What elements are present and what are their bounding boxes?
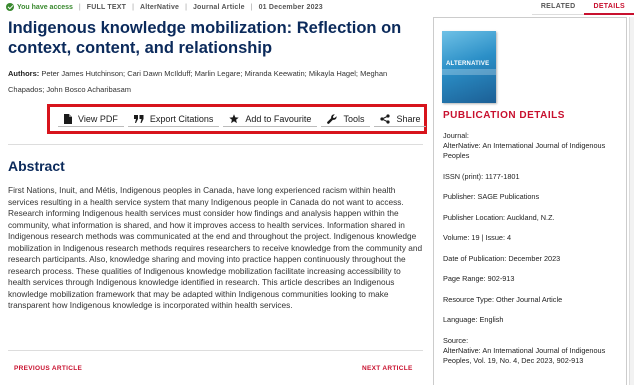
detail-value: December 2023 xyxy=(508,253,561,263)
detail-value: SAGE Publications xyxy=(477,192,540,201)
detail-publisher: Publisher: SAGE Publications xyxy=(443,192,621,202)
detail-source: Source: AlterNative: An International Jo… xyxy=(443,336,621,366)
detail-issn: ISSN (print): 1177-1801 xyxy=(443,172,621,182)
article-type-tag: Journal Article xyxy=(192,3,245,11)
separator: | xyxy=(185,3,187,11)
detail-label: Language: xyxy=(443,315,478,324)
divider xyxy=(8,144,423,145)
export-citations-button[interactable]: Export Citations xyxy=(127,111,220,127)
add-to-favourite-button[interactable]: Add to Favourite xyxy=(223,111,318,127)
export-citations-label: Export Citations xyxy=(149,113,214,124)
detail-value[interactable]: AlterNative: An International Journal of… xyxy=(443,141,621,161)
detail-value: 902-913 xyxy=(487,274,515,283)
next-article-link[interactable]: NEXT ARTICLE xyxy=(362,365,413,372)
detail-label: Volume: xyxy=(443,233,470,242)
full-text-tag: FULL TEXT xyxy=(86,3,127,11)
tools-button[interactable]: Tools xyxy=(321,111,371,127)
view-pdf-button[interactable]: View PDF xyxy=(58,111,124,127)
tab-details[interactable]: DETAILS xyxy=(584,0,634,15)
separator: | xyxy=(132,3,134,11)
authors-line: Authors: Peter James Hutchinson; Cari Da… xyxy=(8,66,423,98)
access-status: You have access xyxy=(6,3,73,11)
journal-cover-image: ALTERNATIVE xyxy=(442,31,496,103)
article-title: Indigenous knowledge mobilization: Refle… xyxy=(8,19,402,57)
detail-value: Auckland, N.Z. xyxy=(506,212,555,222)
star-icon xyxy=(229,113,240,124)
detail-journal: Journal: AlterNative: An International J… xyxy=(443,131,621,161)
cover-title: ALTERNATIVE xyxy=(446,61,490,67)
tools-label: Tools xyxy=(343,113,365,124)
share-button[interactable]: Share xyxy=(374,111,427,127)
authors-label: Authors: xyxy=(8,69,40,78)
divider xyxy=(8,350,423,351)
detail-value: AlterNative: An International Journal of… xyxy=(443,345,606,365)
detail-label: Date of Publication: xyxy=(443,253,507,263)
detail-label: Publisher Location: xyxy=(443,212,506,222)
publication-details-heading: PUBLICATION DETAILS xyxy=(443,110,565,121)
quote-icon xyxy=(133,114,144,123)
abstract-heading: Abstract xyxy=(8,158,65,174)
share-label: Share xyxy=(396,113,421,124)
view-pdf-label: View PDF xyxy=(78,113,118,124)
detail-language: Language: English xyxy=(443,315,621,325)
access-label: You have access xyxy=(17,3,73,11)
article-actions-toolbar: View PDF Export Citations Add to Favouri… xyxy=(47,104,427,134)
detail-label: ISSN (print): xyxy=(443,171,484,181)
publication-details-list: Journal: AlterNative: An International J… xyxy=(443,131,621,376)
separator: | xyxy=(250,3,253,11)
detail-date: Date of Publication: December 2023 xyxy=(443,254,621,264)
sidebar-tabs: RELATED DETAILS xyxy=(434,0,634,15)
article-meta-bar: You have access | FULL TEXT | AlterNativ… xyxy=(6,3,323,11)
check-circle-icon xyxy=(6,3,14,11)
detail-page-range: Page Range: 902-913 xyxy=(443,274,621,284)
add-to-favourite-label: Add to Favourite xyxy=(245,113,312,124)
scrollbar[interactable] xyxy=(629,17,634,385)
previous-article-link[interactable]: PREVIOUS ARTICLE xyxy=(14,365,82,372)
wrench-icon xyxy=(327,113,338,124)
detail-value: English xyxy=(479,315,504,324)
cover-band xyxy=(442,69,496,75)
detail-value: Other Journal Article xyxy=(496,294,563,304)
detail-label: Source: xyxy=(443,335,469,345)
publication-details-panel: ALTERNATIVE PUBLICATION DETAILS Journal:… xyxy=(433,17,627,385)
detail-publisher-location: Publisher Location: Auckland, N.Z. xyxy=(443,213,621,223)
authors-list: Peter James Hutchinson; Cari Dawn McIldu… xyxy=(8,69,388,94)
article-date: 01 December 2023 xyxy=(258,3,323,11)
tab-related[interactable]: RELATED xyxy=(531,0,585,15)
detail-label: Issue: xyxy=(485,233,505,242)
detail-label: Resource Type: xyxy=(443,294,494,304)
file-icon xyxy=(64,113,72,124)
abstract-text: First Nations, Inuit, and Métis, Indigen… xyxy=(8,185,423,310)
detail-label: Page Range: xyxy=(443,274,486,283)
separator: | xyxy=(78,3,81,11)
detail-label: Journal: xyxy=(443,131,469,140)
detail-value: 4 xyxy=(507,233,512,242)
share-icon xyxy=(380,113,391,124)
publisher-tag[interactable]: AlterNative xyxy=(140,4,179,11)
detail-label: Publisher: xyxy=(443,192,476,201)
detail-volume-issue: Volume: 19 | Issue: 4 xyxy=(443,233,621,243)
detail-resource-type: Resource Type: Other Journal Article xyxy=(443,295,621,305)
detail-value: 19 xyxy=(471,233,480,242)
detail-value: 1177-1801 xyxy=(485,171,520,181)
